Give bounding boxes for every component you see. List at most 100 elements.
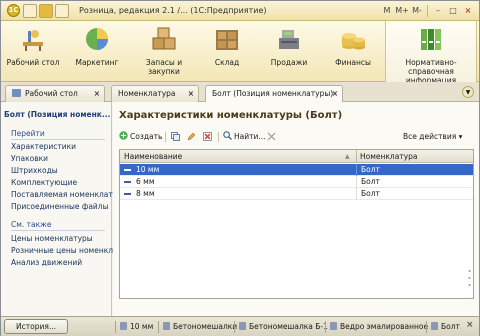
nav-item-components[interactable]: Комплектующие bbox=[11, 178, 77, 187]
warehouse-icon bbox=[216, 30, 238, 50]
section-desktop[interactable]: Рабочий стол bbox=[3, 21, 63, 82]
section-finance[interactable]: Финансы bbox=[323, 21, 383, 82]
cell-nomenclature: Болт bbox=[356, 188, 473, 200]
nav-item-barcodes[interactable]: Штрихкоды bbox=[11, 166, 58, 175]
search-icon bbox=[223, 131, 232, 140]
history-item[interactable]: Ведро эмалированное bbox=[340, 321, 428, 333]
window-controls: M M+ M- – □ × bbox=[380, 3, 475, 18]
section-label: Маркетинг bbox=[75, 58, 119, 67]
tabs-menu-chevron-icon[interactable]: ▼ bbox=[462, 86, 474, 98]
binders-icon bbox=[421, 29, 441, 50]
section-reference-info[interactable]: Нормативно-справочная информация bbox=[385, 21, 477, 85]
cancel-search-icon[interactable] bbox=[267, 132, 276, 141]
navigation-panel: Болт (Позиция номенк... Перейти Характер… bbox=[1, 102, 129, 316]
nav-item-retail-prices[interactable]: Розничные цены номенклат... bbox=[11, 246, 129, 255]
pin-icon bbox=[431, 322, 438, 330]
nav-item-attached-files[interactable]: Присоединенные файлы bbox=[11, 202, 109, 211]
boxes-icon bbox=[152, 27, 176, 50]
nav-item-packages[interactable]: Упаковки bbox=[11, 154, 48, 163]
create-button[interactable]: Создать bbox=[119, 130, 162, 144]
table-row[interactable]: 10 мм Болт bbox=[120, 164, 473, 176]
content-area: Характеристики номенклатуры (Болт) Созда… bbox=[113, 102, 479, 316]
memory-plus-button[interactable]: M+ bbox=[395, 3, 409, 18]
table-row[interactable]: 8 мм Болт bbox=[120, 188, 473, 200]
tab-label: Рабочий стол bbox=[25, 89, 78, 98]
nav-group-goto: Перейти bbox=[11, 129, 45, 138]
sort-asc-icon: ▲ bbox=[345, 153, 350, 160]
cell-nomenclature: Болт bbox=[356, 164, 473, 176]
tab-nomenclature[interactable]: Номенклатура × bbox=[111, 85, 199, 102]
item-icon bbox=[124, 169, 131, 171]
list-toolbar: Создать Найти... Все действия ▾ bbox=[119, 130, 474, 144]
section-inventory[interactable]: Запасы и закупки bbox=[131, 21, 197, 82]
nav-item-movement-analysis[interactable]: Анализ движений bbox=[11, 258, 82, 267]
history-button[interactable]: История... bbox=[4, 319, 68, 334]
pin-icon bbox=[330, 322, 337, 330]
nav-item-characteristics[interactable]: Характеристики bbox=[11, 142, 76, 151]
pin-icon bbox=[163, 322, 170, 330]
cell-name: 8 мм bbox=[136, 189, 155, 198]
section-label: Рабочий стол bbox=[6, 58, 60, 67]
history-item[interactable]: Болт bbox=[441, 321, 460, 333]
characteristics-table[interactable]: Наименование ▲ Номенклатура 10 мм Болт 6… bbox=[119, 149, 474, 299]
status-bar: История... 10 мм Бетономешалки Бетономеш… bbox=[1, 316, 479, 336]
quick-access-toolbar bbox=[23, 4, 69, 18]
column-header-nomenclature[interactable]: Номенклатура bbox=[356, 150, 473, 163]
history-item[interactable]: 10 мм bbox=[130, 321, 153, 333]
page-title: Характеристики номенклатуры (Болт) bbox=[119, 110, 343, 121]
section-label: Финансы bbox=[335, 58, 371, 67]
close-window-button[interactable]: × bbox=[461, 3, 475, 18]
open-windows-tabs: Рабочий стол × Номенклатура × Болт (Пози… bbox=[1, 82, 479, 103]
tab-desktop[interactable]: Рабочий стол × bbox=[5, 85, 105, 102]
all-actions-menu[interactable]: Все действия ▾ bbox=[403, 130, 462, 144]
tab-close-icon[interactable]: × bbox=[188, 86, 194, 101]
cell-name: 6 мм bbox=[136, 177, 155, 186]
nav-group-see-also: См. также bbox=[11, 220, 52, 229]
table-row[interactable]: 6 мм Болт bbox=[120, 176, 473, 188]
title-bar: 1С Розница, редакция 2.1 /... (1С:Предпр… bbox=[1, 1, 479, 21]
memory-button[interactable]: M bbox=[380, 3, 394, 18]
maximize-button[interactable]: □ bbox=[446, 3, 460, 18]
column-header-name[interactable]: Наименование bbox=[124, 150, 182, 163]
nav-title[interactable]: Болт (Позиция номенк... bbox=[4, 110, 110, 119]
desk-icon bbox=[23, 30, 43, 51]
history-item[interactable]: Бетономешалки bbox=[173, 321, 237, 333]
coins-icon bbox=[342, 33, 365, 50]
cell-nomenclature: Болт bbox=[356, 176, 473, 188]
section-sales[interactable]: Продажи bbox=[259, 21, 319, 82]
minimize-button[interactable]: – bbox=[431, 3, 445, 18]
desktop-icon bbox=[12, 89, 21, 97]
nav-item-supplied-nomenclature[interactable]: Поставляемая номенклат... bbox=[11, 190, 120, 199]
history-item[interactable]: Бетономешалка Б-1 bbox=[249, 321, 328, 333]
section-warehouse[interactable]: Склад bbox=[199, 21, 255, 82]
section-label: Продажи bbox=[270, 58, 308, 67]
tab-label: Болт (Позиция номенклатуры) bbox=[212, 89, 334, 98]
back-icon[interactable] bbox=[23, 4, 37, 18]
cash-register-icon bbox=[279, 30, 299, 49]
close-icon[interactable]: × bbox=[466, 320, 474, 330]
all-actions-label: Все действия bbox=[403, 132, 457, 141]
item-icon bbox=[124, 181, 131, 183]
add-icon bbox=[119, 131, 128, 140]
tab-bolt-item[interactable]: Болт (Позиция номенклатуры) × bbox=[205, 85, 343, 103]
cell-name: 10 мм bbox=[136, 165, 160, 174]
edit-icon[interactable] bbox=[187, 132, 196, 141]
pin-icon bbox=[120, 322, 127, 330]
find-button[interactable]: Найти... bbox=[223, 130, 266, 144]
history-icon[interactable] bbox=[55, 4, 69, 18]
memory-minus-button[interactable]: M- bbox=[410, 3, 424, 18]
pie-chart-icon bbox=[86, 28, 108, 50]
table-header: Наименование ▲ Номенклатура bbox=[120, 150, 473, 163]
tab-close-icon[interactable]: × bbox=[332, 86, 338, 101]
scroll-dots-icon[interactable] bbox=[468, 268, 471, 288]
nav-item-prices[interactable]: Цены номенклатуры bbox=[11, 234, 93, 243]
copy-icon[interactable] bbox=[171, 132, 180, 141]
app-window: 1С Розница, редакция 2.1 /... (1С:Предпр… bbox=[0, 0, 480, 336]
window-title: Розница, редакция 2.1 /... (1С:Предприят… bbox=[79, 6, 267, 15]
section-panel: Рабочий стол Маркетинг Запасы и закупки … bbox=[1, 21, 479, 85]
delete-mark-icon[interactable] bbox=[203, 132, 212, 141]
home-icon[interactable] bbox=[39, 4, 53, 18]
tab-close-icon[interactable]: × bbox=[94, 86, 100, 101]
section-marketing[interactable]: Маркетинг bbox=[67, 21, 127, 82]
app-logo-icon[interactable]: 1С bbox=[7, 4, 20, 17]
